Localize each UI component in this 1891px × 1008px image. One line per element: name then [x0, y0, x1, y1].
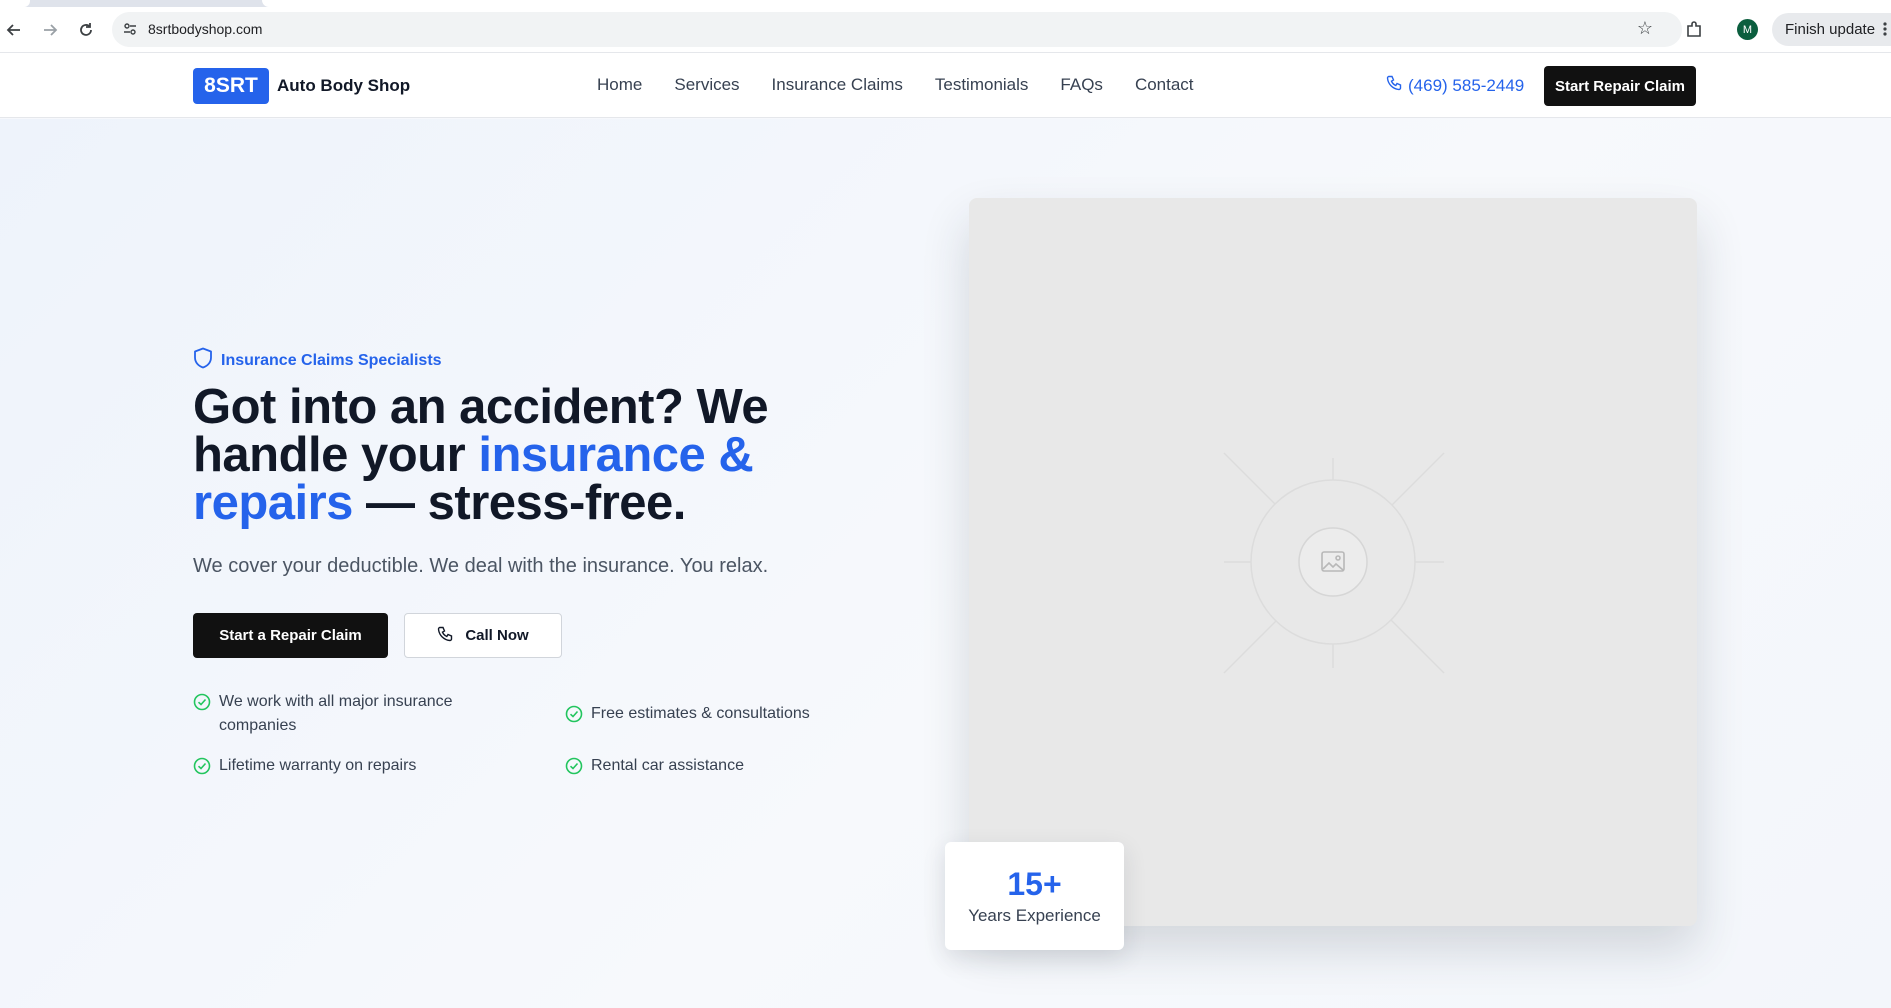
check-circle-icon [565, 757, 583, 775]
eyebrow-text: Insurance Claims Specialists [221, 351, 442, 369]
reload-icon[interactable] [74, 18, 98, 42]
feature-item: Free estimates & consultations [565, 702, 865, 726]
finish-update-button[interactable]: Finish update [1772, 13, 1891, 46]
feature-item: Lifetime warranty on repairs [193, 754, 493, 778]
nav-faqs[interactable]: FAQs [1060, 75, 1103, 95]
shield-icon [193, 347, 213, 374]
start-repair-claim-button[interactable]: Start Repair Claim [1544, 66, 1696, 106]
start-a-repair-claim-button[interactable]: Start a Repair Claim [193, 613, 388, 658]
active-tab[interactable] [0, 0, 30, 7]
profile-avatar[interactable]: M [1737, 19, 1758, 40]
inactive-tab[interactable] [262, 0, 1891, 7]
hero-headline: Got into an accident? We handle your ins… [193, 383, 813, 530]
phone-icon [437, 626, 453, 646]
feature-item: We work with all major insurance compani… [193, 690, 493, 738]
address-bar[interactable] [112, 12, 1682, 47]
phone-number: (469) 585-2449 [1408, 75, 1525, 95]
nav-services[interactable]: Services [674, 75, 739, 95]
headline-part-2: — stress-free. [352, 476, 686, 530]
image-placeholder-icon [1223, 452, 1445, 674]
hero-image-placeholder [969, 198, 1697, 926]
call-now-label: Call Now [465, 627, 529, 644]
feature-text: Free estimates & consultations [591, 705, 810, 722]
feature-item: Rental car assistance [565, 754, 865, 778]
nav-insurance-claims[interactable]: Insurance Claims [772, 75, 903, 95]
check-circle-icon [193, 757, 211, 775]
logo-text[interactable]: Auto Body Shop [277, 76, 410, 96]
hero-subhead: We cover your deductible. We deal with t… [193, 555, 769, 577]
check-circle-icon [565, 705, 583, 723]
stat-label: Years Experience [968, 906, 1101, 925]
hero-eyebrow: Insurance Claims Specialists [193, 347, 442, 374]
url-text[interactable]: 8srtbodyshop.com [148, 21, 262, 37]
call-now-button[interactable]: Call Now [404, 613, 562, 658]
feature-text: We work with all major insurance compani… [219, 693, 453, 734]
nav-contact[interactable]: Contact [1135, 75, 1194, 95]
stat-value: 15+ [1007, 866, 1062, 902]
forward-arrow-icon[interactable] [38, 18, 62, 42]
phone-icon [1386, 75, 1402, 96]
years-experience-card: 15+ Years Experience [945, 842, 1124, 950]
main-nav: Home Services Insurance Claims Testimoni… [597, 75, 1226, 95]
back-arrow-icon[interactable] [2, 18, 26, 42]
feature-text: Lifetime warranty on repairs [219, 757, 417, 774]
tab-strip [0, 0, 1891, 7]
browser-toolbar: 8srtbodyshop.com ☆ M Finish update [0, 0, 1891, 53]
phone-link[interactable]: (469) 585-2449 [1386, 75, 1524, 96]
site-info-icon[interactable] [122, 21, 138, 37]
logo-mark[interactable]: 8SRT [193, 68, 269, 104]
feature-text: Rental car assistance [591, 757, 744, 774]
extensions-icon[interactable] [1684, 20, 1704, 40]
star-icon[interactable]: ☆ [1634, 18, 1656, 40]
kebab-menu-icon[interactable] [1882, 19, 1888, 39]
nav-home[interactable]: Home [597, 75, 642, 95]
nav-testimonials[interactable]: Testimonials [935, 75, 1029, 95]
check-circle-icon [193, 693, 211, 711]
